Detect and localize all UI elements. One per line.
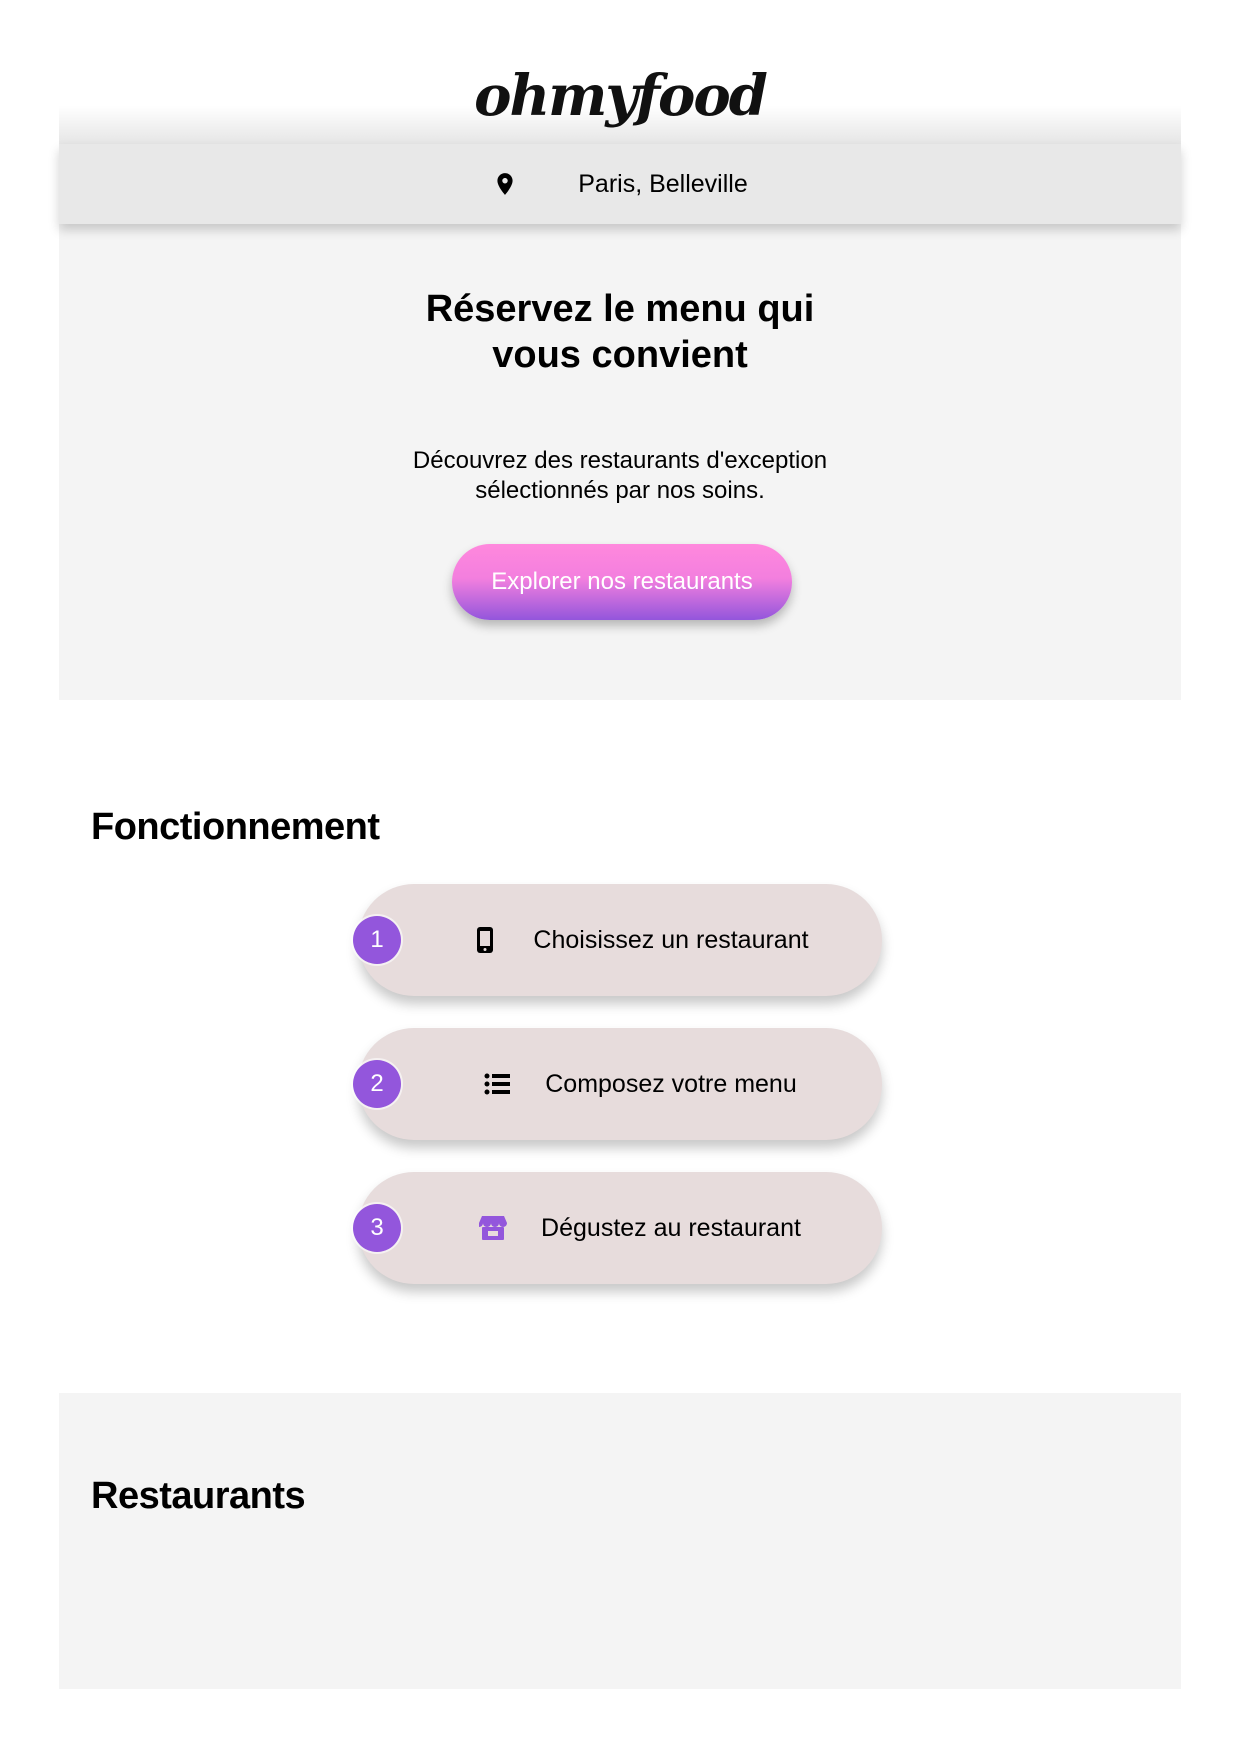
map-pin-icon <box>497 173 513 195</box>
step-number-badge: 1 <box>353 916 401 964</box>
location-bar: Paris, Belleville <box>59 144 1181 224</box>
step-label: Choisissez un restaurant <box>533 925 809 954</box>
step-card[interactable]: 2 Composez votre menu <box>353 1028 882 1140</box>
list-icon <box>483 1070 511 1098</box>
header-shadow <box>59 105 1181 145</box>
store-icon <box>479 1214 508 1242</box>
step-card[interactable]: 3 Dégustez au restaurant <box>353 1172 882 1284</box>
page: ohmyfood Paris, Belleville Réservez le m… <box>0 0 1240 1754</box>
step-number-badge: 3 <box>353 1204 401 1252</box>
hero-title: Réservez le menu qui vous convient <box>425 288 815 376</box>
restaurants-title: Restaurants <box>91 1475 306 1517</box>
restaurants-section: Restaurants <box>59 1393 1181 1689</box>
step-label: Composez votre menu <box>545 1069 797 1098</box>
how-it-works-title: Fonctionnement <box>91 806 380 848</box>
step-label: Dégustez au restaurant <box>541 1213 801 1242</box>
step-number-badge: 2 <box>353 1060 401 1108</box>
smartphone-icon <box>471 926 499 954</box>
hero-subtitle: Découvrez des restaurants d'exception sé… <box>412 447 828 504</box>
step-card[interactable]: 1 Choisissez un restaurant <box>353 884 882 996</box>
location-text: Paris, Belleville <box>578 169 748 198</box>
hero-section: Réservez le menu qui vous convient Décou… <box>59 224 1181 700</box>
explore-restaurants-button[interactable]: Explorer nos restaurants <box>452 544 792 620</box>
